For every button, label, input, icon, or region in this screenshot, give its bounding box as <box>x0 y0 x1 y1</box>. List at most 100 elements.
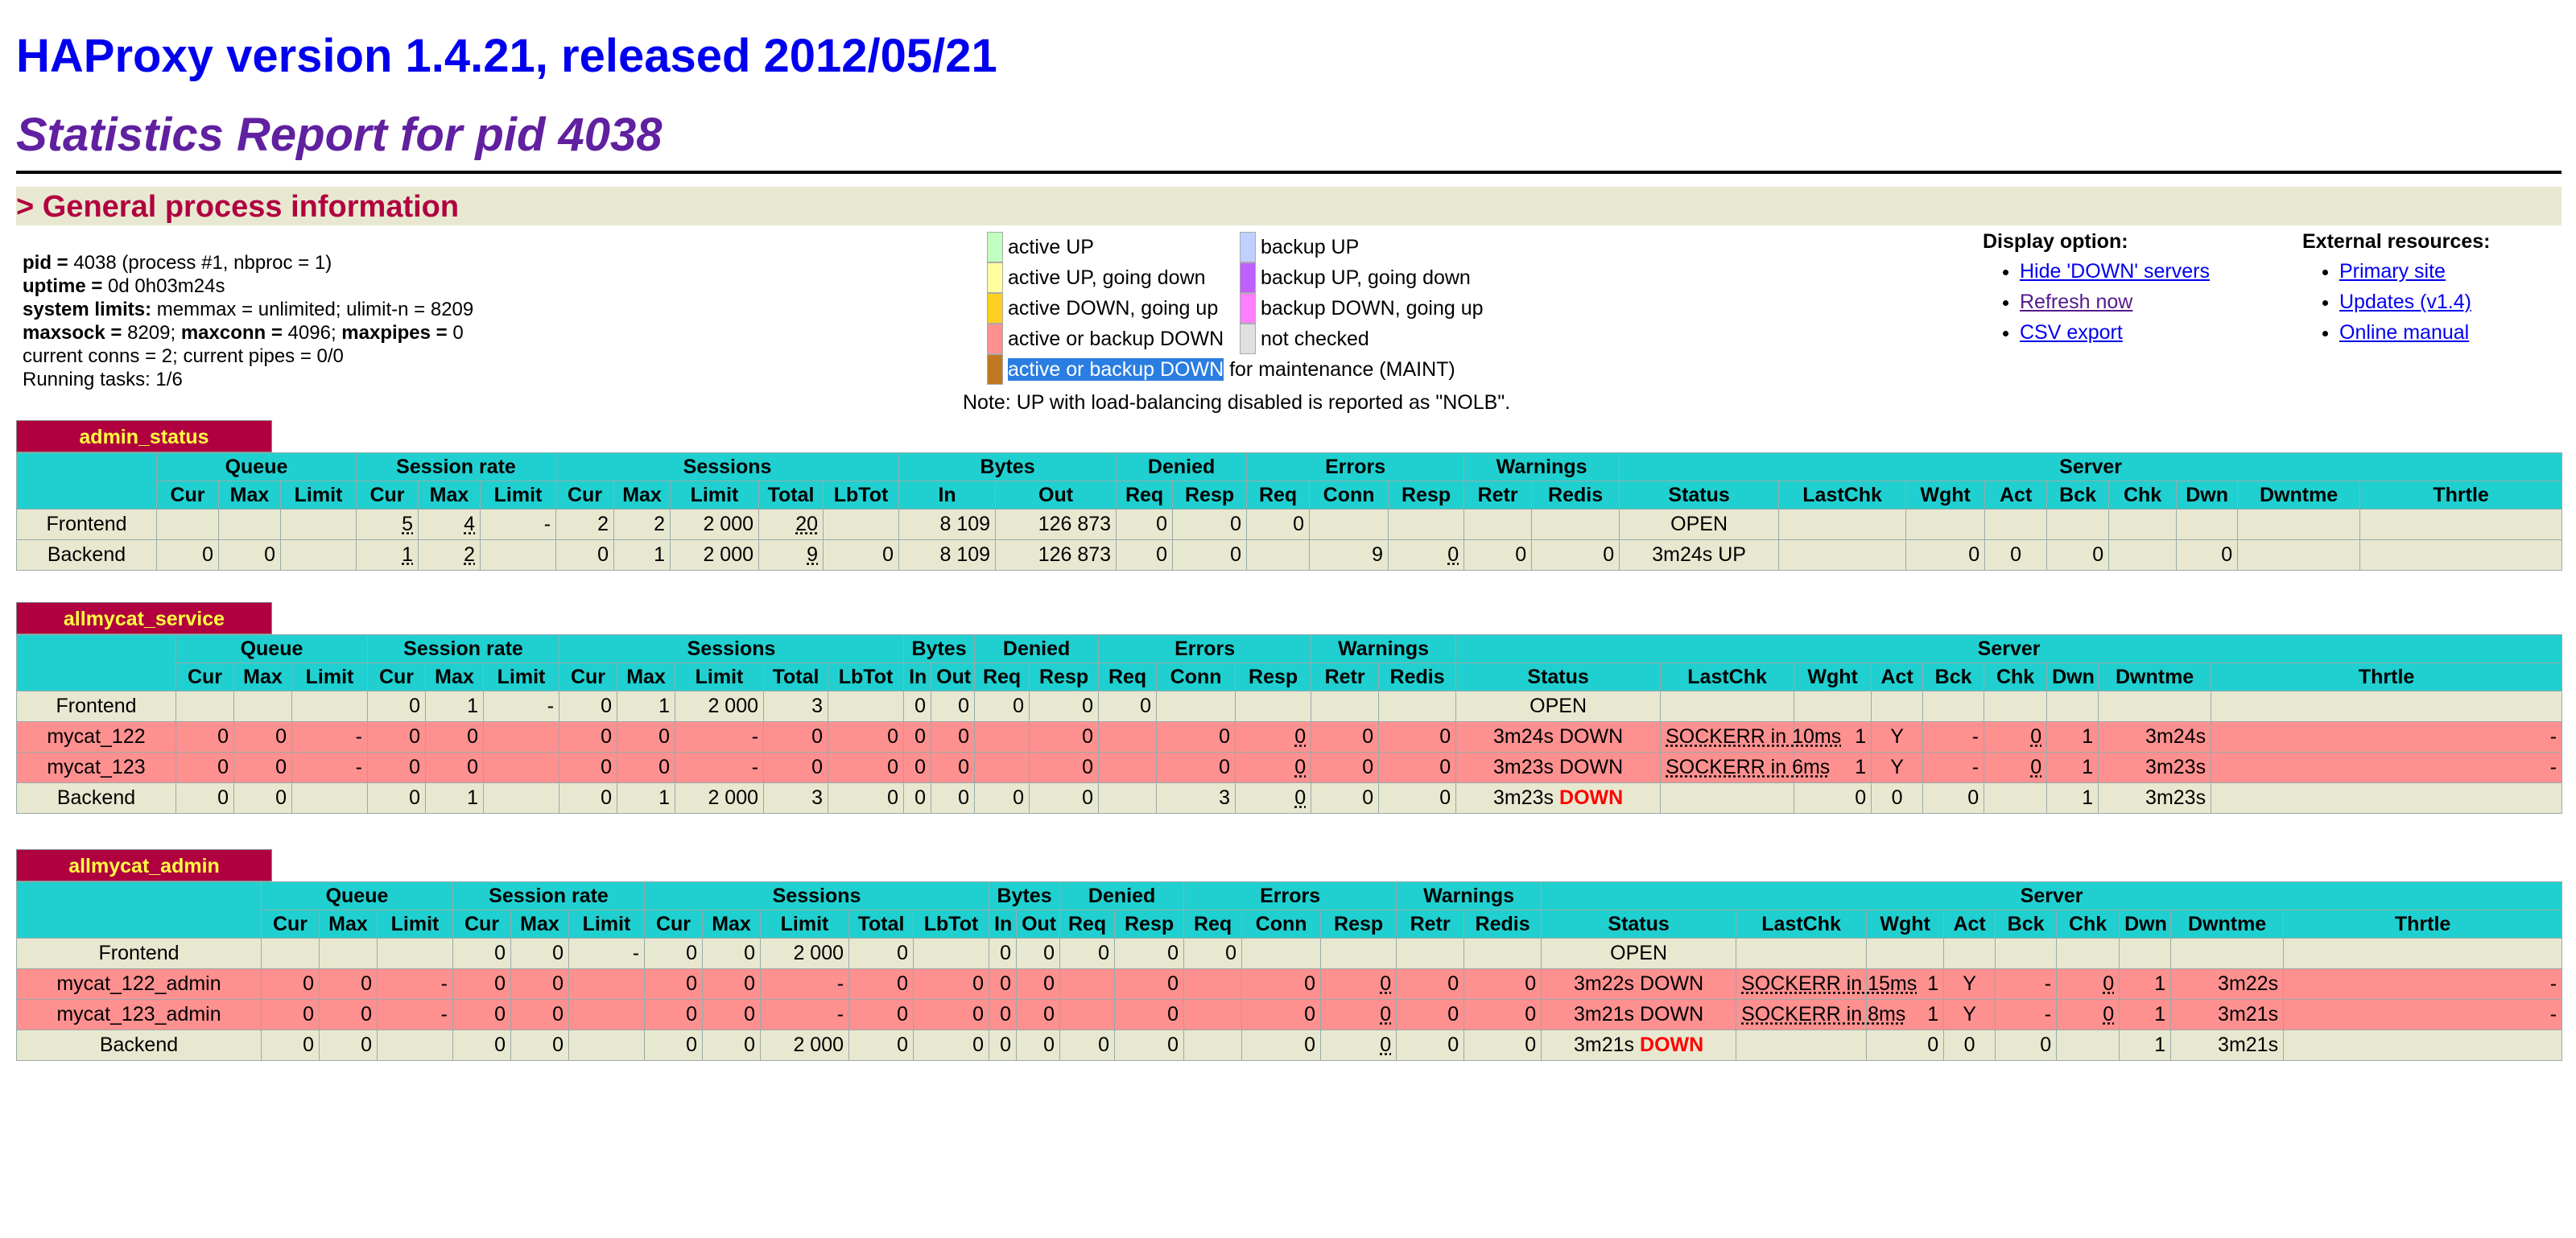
proxy-name-tab[interactable]: allmycat_service <box>16 602 272 634</box>
frontend-row: Frontend 5 4-2 2 2 000 20 8 109 126 873 0 0 0 OPEN <box>16 509 2563 540</box>
cell-cur: 0 <box>559 721 618 753</box>
cell-conn: 0 <box>1156 752 1236 783</box>
process-info: pid = 4038 (process #1, nbproc = 1) upti… <box>23 251 473 391</box>
column-header: Resp <box>1172 481 1248 510</box>
cell-act <box>1943 938 1996 969</box>
tooltip-value[interactable]: SOCKERR in 15ms <box>1741 972 1917 995</box>
cell-bck: - <box>1995 968 2058 1000</box>
cell-cur: 0 <box>559 782 618 814</box>
cell-lbtot <box>828 691 905 722</box>
server-row: mycat_122_admin 0 0-0 0 0 0-0 0 0 0 0 0 0 0 0 3m22s DO… <box>16 968 2563 1000</box>
display-options-title: Display option: <box>1983 230 2128 253</box>
cell-total: 20 <box>758 509 824 540</box>
column-header: Limit <box>482 662 560 691</box>
tooltip-value[interactable]: 0 <box>2103 1003 2114 1025</box>
cell-conn: 0 <box>1241 999 1322 1030</box>
tooltip-value[interactable]: 20 <box>795 513 818 535</box>
cell-resp: 0 <box>1172 539 1248 571</box>
legend-swatch <box>987 354 1003 385</box>
column-header: Max <box>218 481 281 510</box>
tooltip-value[interactable]: 0 <box>1294 786 1306 809</box>
cell-req <box>1098 782 1158 814</box>
tooltip-value[interactable]: 5 <box>402 513 413 535</box>
column-header: Dwn <box>2119 910 2172 939</box>
tooltip-value[interactable]: SOCKERR in 10ms <box>1666 725 1841 748</box>
proxy-stats-table: Queue Session rate Sessions Bytes Denied Erro… <box>16 634 2563 814</box>
tooltip-value[interactable]: 0 <box>1294 756 1306 778</box>
tooltip-value[interactable]: 1 <box>402 543 413 566</box>
cell-req <box>974 752 1030 783</box>
cell-thrtle: - <box>2283 999 2563 1030</box>
cell-cur <box>261 938 320 969</box>
running-tasks: Running tasks: 1/6 <box>23 369 183 390</box>
cell-limit: - <box>291 721 368 753</box>
column-group-header: Errors <box>1246 452 1465 481</box>
cell-status: 3m24s UP <box>1619 539 1780 571</box>
column-header: Cur <box>156 481 219 510</box>
cell-lbtot: 0 <box>913 968 990 1000</box>
tooltip-value[interactable]: 0 <box>1447 543 1459 566</box>
tooltip-value[interactable]: 0 <box>2030 725 2041 748</box>
cell-limit <box>482 782 560 814</box>
cell-lastchk <box>1660 782 1795 814</box>
cell-limit: 2 000 <box>670 509 760 540</box>
cell-bck <box>1995 938 2058 969</box>
cell-resp: 0 <box>1114 968 1185 1000</box>
column-group-header: Warnings <box>1311 634 1457 663</box>
cell-total: 3 <box>763 782 829 814</box>
column-group-header: Bytes <box>903 634 976 663</box>
tooltip-value[interactable]: 4 <box>464 513 475 535</box>
cell-req <box>1183 999 1243 1030</box>
tooltip-value[interactable]: 0 <box>1380 1003 1391 1025</box>
cell-thrtle <box>2211 782 2563 814</box>
column-header: Thrtle <box>2283 910 2563 939</box>
tooltip-value[interactable]: 0 <box>1380 972 1391 995</box>
cell-conn: 0 <box>1241 1030 1322 1061</box>
updates-link[interactable]: Updates (v1.4) <box>2339 291 2471 313</box>
proxy-stats-table: Queue Session rate Sessions Bytes Denied Erro… <box>16 881 2563 1061</box>
tooltip-value[interactable]: SOCKERR in 6ms <box>1666 756 1830 778</box>
legend-maint-label: active or backup DOWN <box>1008 358 1224 381</box>
proxy-name-tab[interactable]: admin_status <box>16 420 272 452</box>
tooltip-value[interactable]: 9 <box>807 543 818 566</box>
online-manual-link[interactable]: Online manual <box>2339 321 2469 344</box>
tooltip-value[interactable]: 0 <box>2103 972 2114 995</box>
cell-req: 0 <box>1116 539 1174 571</box>
hide-down-servers-link[interactable]: Hide 'DOWN' servers <box>2020 260 2210 283</box>
column-group-header: Session rate <box>452 881 646 910</box>
cell-act: 0 <box>1871 782 1924 814</box>
cell-max: 2 <box>613 509 671 540</box>
column-header: Retr <box>1311 662 1380 691</box>
column-header: Cur <box>175 662 234 691</box>
cell-bck <box>1922 691 1985 722</box>
primary-site-link[interactable]: Primary site <box>2339 260 2446 283</box>
cell-cur: 0 <box>367 782 426 814</box>
cell-limit: - <box>675 721 765 753</box>
cell-lbtot <box>913 938 990 969</box>
cell-chk: 0 <box>1984 752 2048 783</box>
cell-cur: 0 <box>175 721 234 753</box>
tooltip-value[interactable]: 0 <box>1294 725 1306 748</box>
cell-lbtot: 0 <box>913 999 990 1030</box>
cell-lastchk <box>1660 691 1795 722</box>
proxy-name-tab[interactable]: allmycat_admin <box>16 849 272 881</box>
tooltip-value[interactable]: 2 <box>464 543 475 566</box>
cell-thrtle: - <box>2283 968 2563 1000</box>
cell-act: Y <box>1871 721 1924 753</box>
cell-req: 0 <box>1183 938 1243 969</box>
column-header: Max <box>418 481 481 510</box>
csv-export-link[interactable]: CSV export <box>2020 321 2123 344</box>
column-header: Max <box>233 662 292 691</box>
cell-cur: 0 <box>261 999 320 1030</box>
tooltip-value[interactable]: SOCKERR in 8ms <box>1741 1003 1905 1025</box>
column-header: Limit <box>280 481 357 510</box>
cell-limit: 2 000 <box>670 539 760 571</box>
tooltip-value[interactable]: 0 <box>1380 1034 1391 1056</box>
column-header: Max <box>613 481 671 510</box>
refresh-now-link[interactable]: Refresh now <box>2020 291 2132 313</box>
cell-limit <box>479 539 557 571</box>
column-group-header: Server <box>1541 881 2563 910</box>
proxy-stats-table: Queue Session rate Sessions Bytes Denied Erro… <box>16 452 2563 571</box>
tooltip-value[interactable]: 0 <box>2030 756 2041 778</box>
column-header: Limit <box>760 910 850 939</box>
